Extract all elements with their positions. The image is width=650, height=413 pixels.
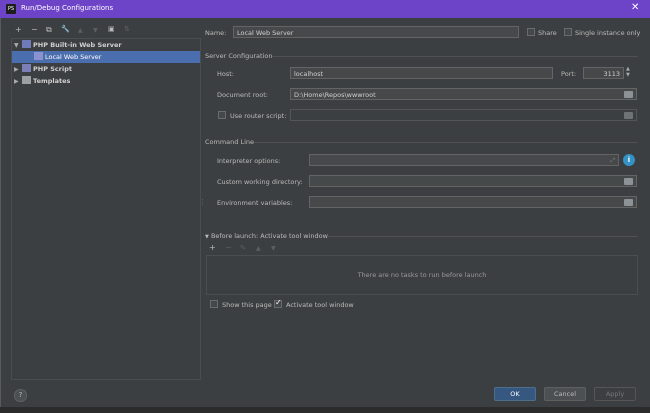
expand-icon[interactable]: ⤢ [610,155,615,167]
info-icon[interactable]: i [623,154,635,166]
edit-task-icon[interactable]: ✎ [240,244,246,252]
interpreter-options-input[interactable]: ⤢ [309,154,619,166]
working-directory-input[interactable] [309,175,637,187]
server-config-heading: Server Configuration [205,52,273,60]
folder-icon[interactable] [624,112,633,119]
folder-icon[interactable]: ▣ [108,25,115,33]
environment-variables-input[interactable] [309,196,637,208]
chevron-down-icon: ▼ [205,234,209,240]
tree-item-templates[interactable]: ▶ Templates [12,75,200,87]
ok-button[interactable]: OK [494,387,536,401]
name-label: Name: [205,29,227,37]
share-label: Share [538,29,557,37]
wrench-icon[interactable]: 🔧 [61,25,70,33]
background-strip [0,407,650,413]
chevron-right-icon[interactable]: ▶ [14,76,22,88]
router-script-input[interactable] [290,109,637,121]
tasks-list[interactable]: There are no tasks to run before launch [206,255,638,295]
show-page-label: Show this page [222,301,272,309]
tree-item-label: PHP Script [33,65,72,73]
title-bar: PS Run/Debug Configurations ✕ [0,0,650,18]
move-up-icon[interactable]: ▲ [78,27,83,34]
port-input[interactable]: 3113 [583,67,624,79]
interpreter-options-label: Interpreter options: [217,157,281,165]
divider [254,142,638,143]
remove-icon[interactable]: − [31,25,38,34]
show-page-checkbox[interactable] [210,300,218,308]
before-launch-label: Before launch: Activate tool window [210,232,328,240]
tree-item-label: PHP Built-in Web Server [33,41,122,49]
folder-icon[interactable] [624,178,633,185]
port-label: Port: [561,70,577,78]
divider [272,56,638,57]
php-server-icon [22,40,31,48]
splitter-handle[interactable]: ⋮ [199,198,206,206]
command-line-heading: Command Line [205,138,255,146]
tree-item-local-web-server[interactable]: Local Web Server [12,51,200,63]
move-task-down-icon[interactable]: ▼ [271,245,276,252]
folder-icon[interactable] [624,91,633,98]
apply-button[interactable]: Apply [594,387,636,401]
tree-item-label: Local Web Server [45,53,102,61]
remove-task-icon[interactable]: − [225,243,232,252]
cancel-button[interactable]: Cancel [544,387,586,401]
tree-item-label: Templates [33,77,71,85]
router-script-label: Use router script: [230,112,287,120]
copy-icon[interactable]: ⧉ [46,25,52,35]
port-stepper-icon[interactable]: ▲ ▼ [626,66,630,78]
tree-item-php-builtin[interactable]: ▼ PHP Built-in Web Server [12,39,200,51]
folder-icon[interactable] [624,199,633,206]
host-label: Host: [217,70,234,78]
name-input[interactable]: Local Web Server [233,26,519,38]
document-root-input[interactable]: D:\Home\Repos\wwwroot [290,88,637,100]
wrench-icon [22,76,31,84]
share-checkbox[interactable] [527,28,535,36]
document-root-label: Document root: [217,91,268,99]
empty-tasks-text: There are no tasks to run before launch [357,271,487,279]
document-root-value: D:\Home\Repos\wwwroot [294,91,376,99]
host-input[interactable]: localhost [290,67,553,79]
move-task-up-icon[interactable]: ▲ [256,245,261,252]
php-script-icon [22,64,31,72]
working-directory-label: Custom working directory: [217,178,303,186]
help-icon[interactable]: ? [14,389,27,402]
environment-variables-label: Environment variables: [217,199,293,207]
close-icon[interactable]: ✕ [631,2,639,13]
chevron-down-icon[interactable]: ▼ [14,40,22,52]
configurations-tree: ▼ PHP Built-in Web Server Local Web Serve… [11,38,201,380]
router-script-checkbox[interactable] [218,111,226,119]
php-server-icon [34,52,43,60]
add-icon[interactable]: + [15,25,22,34]
app-icon: PS [6,4,16,14]
divider [327,236,638,237]
sort-icon[interactable]: ⇅ [124,25,130,33]
move-down-icon[interactable]: ▼ [93,27,98,34]
activate-tool-window-checkbox[interactable] [274,298,282,308]
single-instance-checkbox[interactable] [564,28,572,36]
add-task-icon[interactable]: + [209,243,216,252]
window-title: Run/Debug Configurations [21,4,114,12]
tree-item-php-script[interactable]: ▶ PHP Script [12,63,200,75]
single-instance-label: Single instance only [575,29,641,37]
before-launch-toggle[interactable]: ▼ Before launch: Activate tool window [205,232,328,240]
activate-tool-window-label: Activate tool window [286,301,354,309]
